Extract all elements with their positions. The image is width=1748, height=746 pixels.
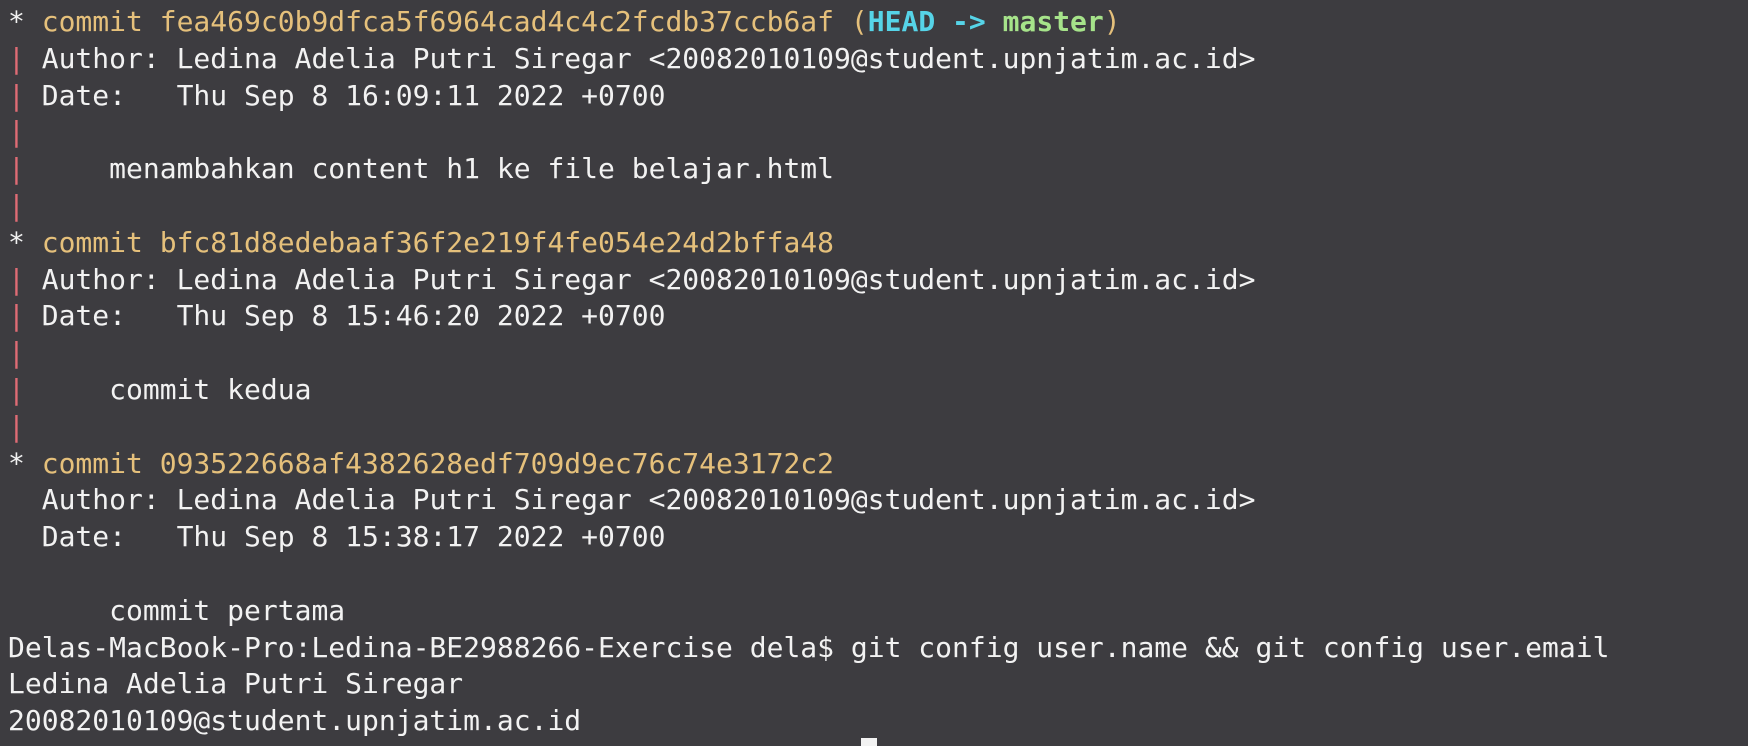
message-line: | commit kedua bbox=[8, 372, 1748, 409]
graph-star: * bbox=[8, 446, 25, 480]
shell-prompt-line: Delas-MacBook-Pro:Ledina-BE2988266-Exerc… bbox=[8, 630, 1748, 667]
graph-bar: | bbox=[8, 409, 25, 443]
commit-date: Date: Thu Sep 8 15:38:17 2022 +0700 bbox=[41, 520, 666, 554]
blank-line: | bbox=[8, 188, 1748, 225]
blank-line: | bbox=[8, 114, 1748, 151]
blank-line: | bbox=[8, 409, 1748, 446]
graph-star: * bbox=[8, 5, 25, 38]
commit-message: commit kedua bbox=[41, 372, 312, 406]
commit-hash: commit 093522668af4382628edf709d9ec76c74… bbox=[41, 446, 835, 480]
ref-close: ) bbox=[1103, 5, 1121, 38]
commit-author: Author: Ledina Adelia Putri Siregar <200… bbox=[41, 483, 1256, 517]
commit-hash: commit bfc81d8edebaaf36f2e219f4fe054e24d… bbox=[41, 225, 835, 259]
output-line: 20082010109@student.upnjatim.ac.id bbox=[8, 703, 1748, 740]
graph-bar: | bbox=[8, 152, 25, 186]
commit-line-3: * commit 093522668af4382628edf709d9ec76c… bbox=[8, 446, 1748, 483]
graph-bar: | bbox=[8, 336, 25, 370]
graph-bar: | bbox=[8, 262, 25, 296]
commit-author: Author: Ledina Adelia Putri Siregar <200… bbox=[41, 41, 1256, 75]
blank-line: | bbox=[8, 335, 1748, 372]
message-line: commit pertama bbox=[8, 593, 1748, 630]
commit-author: Author: Ledina Adelia Putri Siregar <200… bbox=[41, 262, 1256, 296]
graph-star: * bbox=[8, 225, 25, 259]
terminal-cursor bbox=[861, 738, 877, 746]
terminal-window[interactable]: * commit fea469c0b9dfca5f6964cad4c4c2fcd… bbox=[0, 0, 1748, 746]
graph-bar: | bbox=[8, 41, 25, 75]
commit-date: Date: Thu Sep 8 15:46:20 2022 +0700 bbox=[41, 299, 666, 333]
graph-bar: | bbox=[8, 188, 25, 222]
graph-bar: | bbox=[8, 115, 25, 149]
author-line: | Author: Ledina Adelia Putri Siregar <2… bbox=[8, 41, 1748, 78]
author-line: | Author: Ledina Adelia Putri Siregar <2… bbox=[8, 262, 1748, 299]
commit-message: commit pertama bbox=[41, 593, 346, 627]
head-ref: HEAD bbox=[867, 5, 936, 38]
date-line: | Date: Thu Sep 8 15:46:20 2022 +0700 bbox=[8, 298, 1748, 335]
date-line: | Date: Thu Sep 8 16:09:11 2022 +0700 bbox=[8, 78, 1748, 115]
date-line: Date: Thu Sep 8 15:38:17 2022 +0700 bbox=[8, 519, 1748, 556]
commit-hash: commit fea469c0b9dfca5f6964cad4c4c2fcdb3… bbox=[41, 5, 835, 38]
message-line: | menambahkan content h1 ke file belajar… bbox=[8, 151, 1748, 188]
shell-prompt: Delas-MacBook-Pro:Ledina-BE2988266-Exerc… bbox=[8, 630, 1610, 664]
author-line: Author: Ledina Adelia Putri Siregar <200… bbox=[8, 482, 1748, 519]
config-user-name: Ledina Adelia Putri Siregar bbox=[8, 667, 464, 701]
graph-bar: | bbox=[8, 372, 25, 406]
config-user-email: 20082010109@student.upnjatim.ac.id bbox=[8, 704, 582, 738]
output-line: Ledina Adelia Putri Siregar bbox=[8, 666, 1748, 703]
commit-line-1: * commit fea469c0b9dfca5f6964cad4c4c2fcd… bbox=[8, 4, 1748, 41]
commit-date: Date: Thu Sep 8 16:09:11 2022 +0700 bbox=[41, 78, 666, 112]
commit-line-2: * commit bfc81d8edebaaf36f2e219f4fe054e2… bbox=[8, 225, 1748, 262]
branch-ref: master bbox=[1002, 5, 1104, 38]
ref-open: ( bbox=[834, 5, 868, 38]
commit-message: menambahkan content h1 ke file belajar.h… bbox=[41, 152, 835, 186]
ref-arrow: -> bbox=[935, 5, 1003, 38]
graph-bar: | bbox=[8, 299, 25, 333]
graph-bar: | bbox=[8, 78, 25, 112]
